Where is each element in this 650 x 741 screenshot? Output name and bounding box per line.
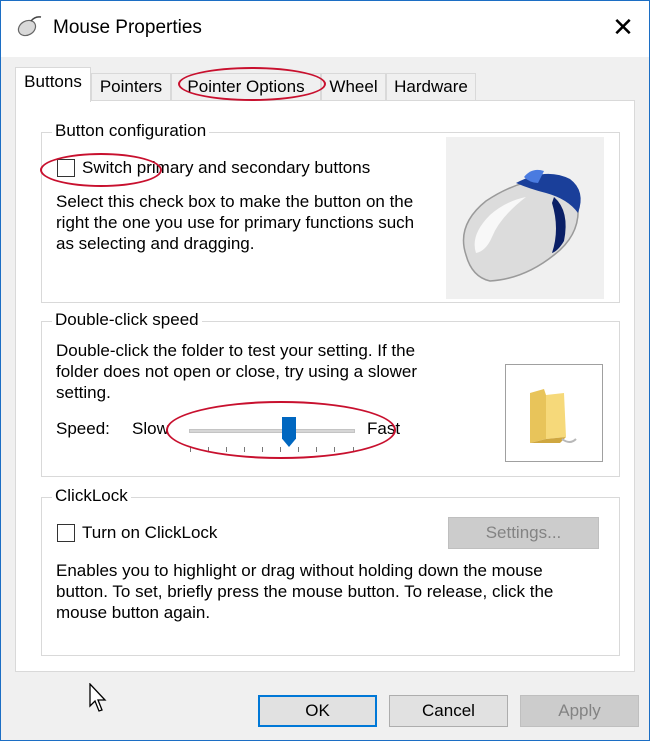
button-config-desc-line2: right the one you use for primary functi… — [56, 213, 415, 232]
tab-wheel[interactable]: Wheel — [321, 73, 386, 101]
clicklock-checkbox[interactable] — [57, 524, 75, 542]
clicklock-desc-line1: Enables you to highlight or drag without… — [56, 561, 543, 580]
mouse-app-icon — [17, 16, 42, 37]
title-bar: Mouse Properties ✕ — [1, 1, 649, 57]
slider-annotation — [166, 401, 396, 459]
clicklock-desc-line3: mouse button again. — [56, 603, 211, 622]
clicklock-desc-line2: button. To set, briefly press the mouse … — [56, 582, 554, 601]
close-icon: ✕ — [612, 11, 634, 42]
button-config-desc-line1: Select this check box to make the button… — [56, 192, 414, 211]
switch-checkbox-annotation — [40, 153, 162, 187]
buttons-tab-panel: Button configuration Switch primary and … — [15, 100, 635, 672]
slow-label: Slow — [132, 419, 169, 438]
folder-icon — [530, 389, 577, 443]
clicklock-group: ClickLock Turn on ClickLock Settings... … — [41, 486, 620, 656]
double-click-desc-line3: setting. — [56, 383, 111, 402]
mouse-properties-dialog: Mouse Properties ✕ Buttons Pointers Poin… — [0, 0, 650, 741]
speed-label: Speed: — [56, 419, 110, 438]
clicklock-label[interactable]: Turn on ClickLock — [82, 522, 217, 543]
apply-button[interactable]: Apply — [520, 695, 639, 727]
cancel-button[interactable]: Cancel — [389, 695, 508, 727]
mouse-illustration-icon — [462, 169, 581, 282]
mouse-pointer-icon — [89, 683, 107, 712]
window-title: Mouse Properties — [53, 17, 202, 38]
tab-buttons[interactable]: Buttons — [15, 67, 91, 102]
double-click-desc-line2: folder does not open or close, try using… — [56, 362, 417, 381]
button-config-desc-line3: as selecting and dragging. — [56, 234, 255, 253]
group-label: ClickLock — [52, 486, 131, 506]
tab-hardware[interactable]: Hardware — [386, 73, 476, 101]
tab-pointers[interactable]: Pointers — [91, 73, 171, 101]
test-folder-box[interactable] — [505, 364, 603, 462]
clicklock-settings-button[interactable]: Settings... — [448, 517, 599, 549]
mouse-image-box — [446, 137, 604, 299]
group-label: Button configuration — [52, 121, 210, 141]
double-click-desc-line1: Double-click the folder to test your set… — [56, 341, 416, 360]
group-label: Double-click speed — [52, 310, 202, 330]
close-button[interactable]: ✕ — [597, 1, 649, 53]
ok-button[interactable]: OK — [258, 695, 377, 727]
pointer-options-annotation — [178, 67, 326, 101]
